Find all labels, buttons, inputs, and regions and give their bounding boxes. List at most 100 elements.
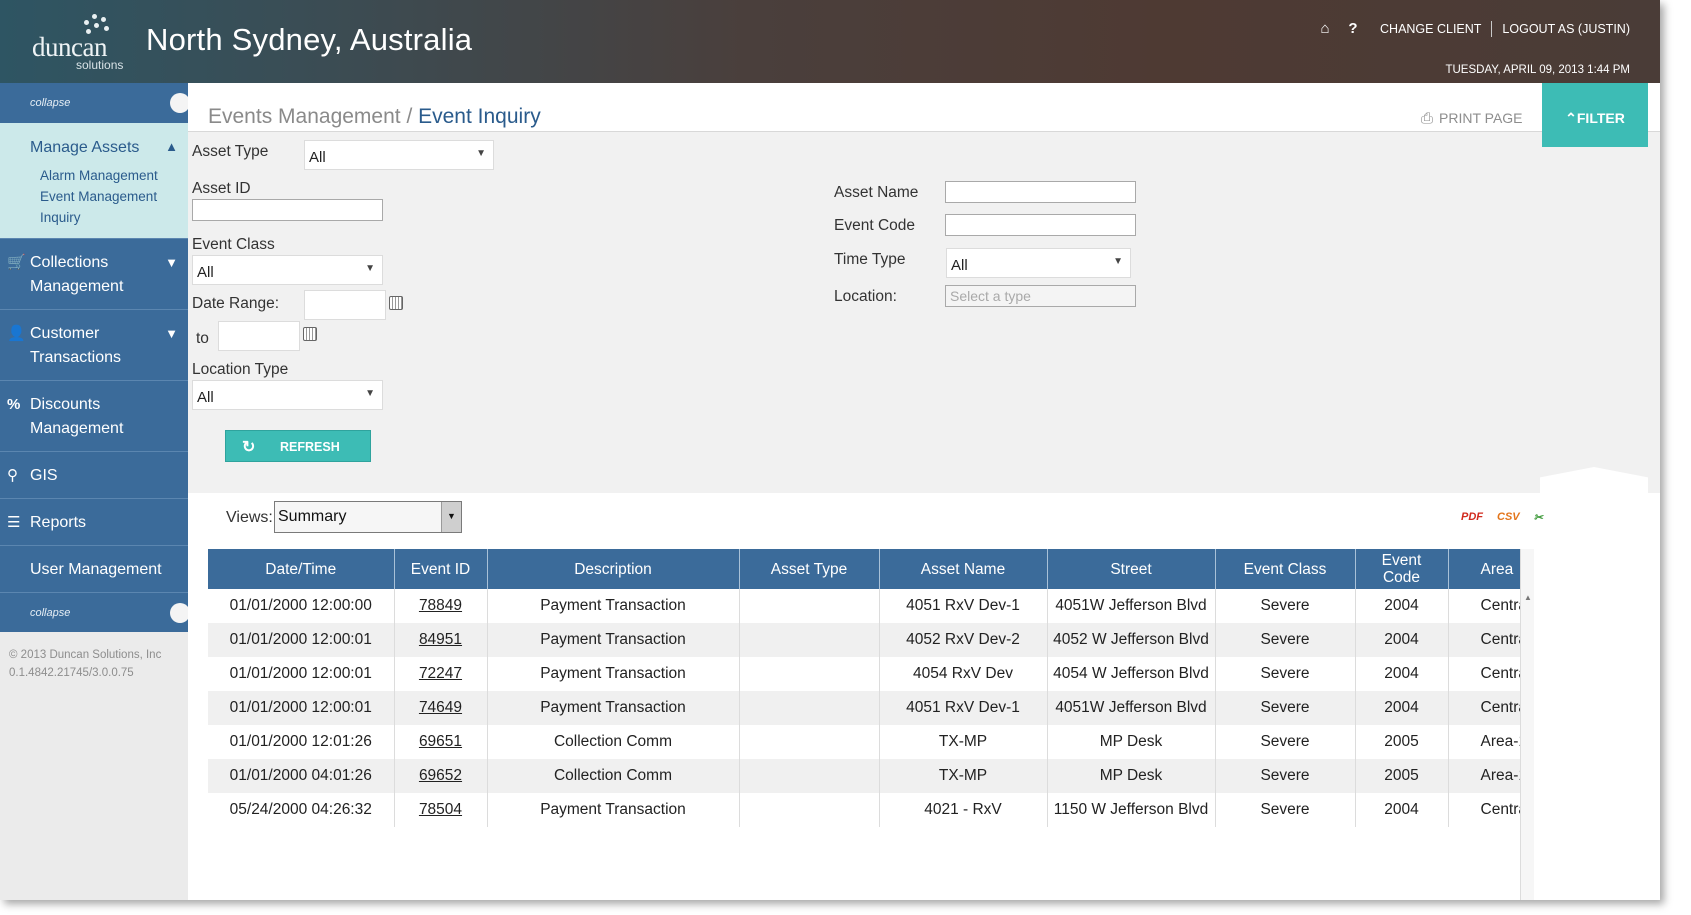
table-row[interactable]: 01/01/2000 12:00:01 74649 Payment Transact… xyxy=(208,691,1520,725)
app-window: duncan solutions North Sydney, Australia… xyxy=(0,0,1660,900)
cart-icon: 🛒 xyxy=(7,254,26,271)
column-header-event-id[interactable]: Event ID xyxy=(394,549,488,589)
collapse-label: collapse xyxy=(30,607,71,619)
column-header-asset-type[interactable]: Asset Type xyxy=(739,549,880,589)
cell-area: Area-1 xyxy=(1448,725,1520,759)
collapse-toggle[interactable] xyxy=(170,603,190,623)
location-input[interactable]: Select a type xyxy=(945,285,1136,307)
sidebar-item-collections[interactable]: 🛒 Collections Management ▼ xyxy=(0,238,188,309)
cell-asset-type xyxy=(739,657,880,691)
cell-area: Central xyxy=(1448,657,1520,691)
column-header-asset-name[interactable]: Asset Name xyxy=(879,549,1048,589)
column-header-event-code[interactable]: Event Code xyxy=(1355,549,1449,589)
sidebar-collapse-top[interactable]: collapse xyxy=(0,83,190,123)
date-to-input[interactable] xyxy=(218,321,317,351)
sidebar-item-label: Transactions xyxy=(30,349,121,366)
sidebar-item-user-management[interactable]: User Management xyxy=(0,545,188,592)
sidebar-item-manage-assets[interactable]: Manage Assets xyxy=(0,139,188,157)
print-page-button[interactable]: ⎙ PRINT PAGE xyxy=(1421,110,1523,127)
cell-event-class: Severe xyxy=(1215,725,1356,759)
table-row[interactable]: 01/01/2000 12:00:01 72247 Payment Transact… xyxy=(208,657,1520,691)
event-class-select[interactable]: All ▼ xyxy=(192,255,383,285)
asset-name-input[interactable] xyxy=(945,181,1136,203)
asset-type-label: Asset Type xyxy=(192,143,269,160)
cell-street: MP Desk xyxy=(1047,725,1216,759)
cell-event-id[interactable]: 84951 xyxy=(394,623,488,657)
table-row[interactable]: 01/01/2000 12:00:00 78849 Payment Transact… xyxy=(208,589,1520,623)
cell-description: Payment Transaction xyxy=(487,623,740,657)
cell-asset-type xyxy=(739,691,880,725)
chevron-down-icon[interactable]: ▼ xyxy=(165,251,178,275)
refresh-button[interactable]: ↻ REFRESH xyxy=(225,430,371,462)
filter-collapse-tab[interactable] xyxy=(1540,467,1648,493)
table-row[interactable]: 01/01/2000 04:01:26 69652 Collection Comm T… xyxy=(208,759,1520,793)
column-header-description[interactable]: Description xyxy=(487,549,740,589)
date-from-input[interactable] xyxy=(304,290,403,320)
csv-export-icon[interactable]: CSV xyxy=(1497,511,1520,524)
cell-event-code: 2004 xyxy=(1355,657,1449,691)
cell-event-id[interactable]: 78849 xyxy=(394,589,488,623)
chevron-up-icon[interactable]: ▲ xyxy=(165,139,178,154)
column-header-datetime[interactable]: Date/Time xyxy=(208,549,395,589)
sidebar-subitem-event-management[interactable]: Event Management xyxy=(0,186,188,207)
cell-event-code: 2004 xyxy=(1355,623,1449,657)
cell-street: 1150 W Jefferson Blvd xyxy=(1047,793,1216,827)
asset-name-label: Asset Name xyxy=(834,184,919,201)
views-select[interactable]: Summary ▼ xyxy=(274,501,462,533)
sidebar-item-discounts[interactable]: % Discounts Management xyxy=(0,380,188,451)
cell-event-id[interactable]: 69652 xyxy=(394,759,488,793)
cell-asset-type xyxy=(739,589,880,623)
column-header-street[interactable]: Street xyxy=(1047,549,1216,589)
column-header-event-class[interactable]: Event Class xyxy=(1215,549,1356,589)
sidebar-item-reports[interactable]: ☰ Reports xyxy=(0,498,188,545)
collapse-label: collapse xyxy=(30,97,71,109)
cell-event-id[interactable]: 69651 xyxy=(394,725,488,759)
cell-asset-name: TX-MP xyxy=(879,725,1048,759)
excel-export-icon[interactable]: ✂ xyxy=(1534,511,1543,524)
duncan-logo[interactable]: duncan solutions xyxy=(26,14,126,72)
sidebar-collapse-bottom[interactable]: collapse xyxy=(0,592,190,632)
export-buttons: PDF CSV ✂ xyxy=(1461,511,1543,524)
table-row[interactable]: 05/24/2000 04:26:32 78504 Payment Transact… xyxy=(208,793,1520,827)
calendar-icon[interactable] xyxy=(389,296,403,310)
event-code-input[interactable] xyxy=(945,214,1136,236)
time-type-select[interactable]: All ▼ xyxy=(946,248,1131,278)
home-icon[interactable]: ⌂ xyxy=(1314,20,1336,37)
table-scrollbar[interactable]: ▲ xyxy=(1520,549,1534,900)
cell-event-class: Severe xyxy=(1215,691,1356,725)
chevron-down-icon[interactable]: ▼ xyxy=(165,322,178,346)
table-row[interactable]: 01/01/2000 12:01:26 69651 Collection Comm T… xyxy=(208,725,1520,759)
pdf-export-icon[interactable]: PDF xyxy=(1461,511,1483,524)
location-type-select[interactable]: All ▼ xyxy=(192,380,383,410)
change-client-link[interactable]: CHANGE CLIENT xyxy=(1370,22,1491,36)
cell-event-id[interactable]: 78504 xyxy=(394,793,488,827)
asset-type-select[interactable]: All ▼ xyxy=(304,140,494,170)
cell-event-code: 2005 xyxy=(1355,725,1449,759)
cell-event-id[interactable]: 72247 xyxy=(394,657,488,691)
cell-event-class: Severe xyxy=(1215,759,1356,793)
help-icon[interactable]: ? xyxy=(1342,20,1364,37)
logout-link[interactable]: LOGOUT AS (JUSTIN) xyxy=(1492,22,1630,36)
sidebar-subitem-inquiry[interactable]: Inquiry xyxy=(0,207,188,228)
sidebar-section-manage-assets: Manage Assets ▲ Alarm Management Event M… xyxy=(0,123,188,238)
dropdown-arrow-icon: ▼ xyxy=(441,502,461,532)
cell-asset-type xyxy=(739,623,880,657)
asset-id-input[interactable] xyxy=(192,199,383,221)
location-type-value: All xyxy=(197,389,214,406)
calendar-icon[interactable] xyxy=(303,327,317,341)
cell-datetime: 01/01/2000 12:01:26 xyxy=(208,725,395,759)
cell-event-id[interactable]: 74649 xyxy=(394,691,488,725)
results-panel: Views: Summary ▼ PDF CSV ✂ Date/Time Eve… xyxy=(188,467,1660,900)
sidebar-subitem-alarm-management[interactable]: Alarm Management xyxy=(0,165,188,186)
table-row[interactable]: 01/01/2000 12:00:01 84951 Payment Transact… xyxy=(208,623,1520,657)
cell-description: Payment Transaction xyxy=(487,589,740,623)
filter-toggle-button[interactable]: ⌃FILTER xyxy=(1542,83,1648,147)
breadcrumb-parent[interactable]: Events Management xyxy=(208,105,401,128)
sidebar-item-customer-transactions[interactable]: 👤 Customer Transactions ▼ xyxy=(0,309,188,380)
collapse-toggle[interactable] xyxy=(170,93,190,113)
cell-asset-name: 4021 - RxV xyxy=(879,793,1048,827)
scroll-up-icon[interactable]: ▲ xyxy=(1524,593,1532,602)
sidebar-item-gis[interactable]: ⚲ GIS xyxy=(0,451,188,498)
column-header-area[interactable]: Area xyxy=(1448,549,1520,589)
cell-datetime: 01/01/2000 12:00:00 xyxy=(208,589,395,623)
